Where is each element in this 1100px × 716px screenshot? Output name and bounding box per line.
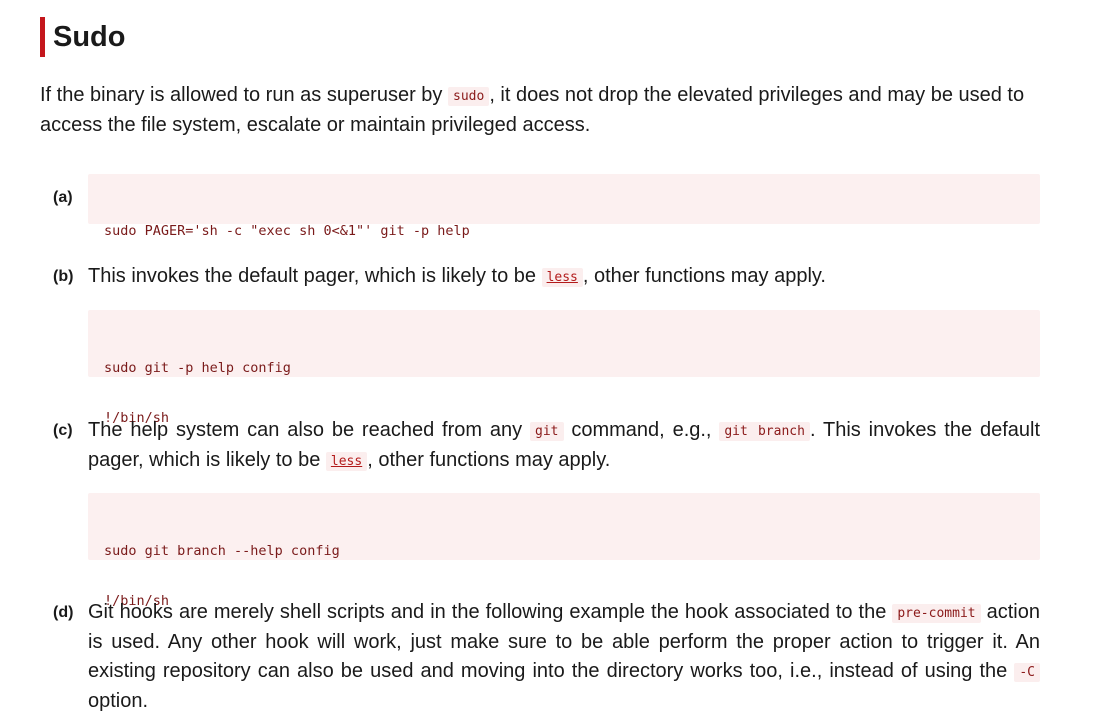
item-text-c: The help system can also be reached from… (88, 416, 1040, 476)
inline-code-c-option: -C (1014, 663, 1040, 682)
item-text-b: This invokes the default pager, which is… (88, 262, 1040, 292)
code-line: sudo git -p help config (104, 360, 291, 376)
item-c-text-2: command, e.g., (563, 419, 720, 441)
code-block-c[interactable]: sudo git branch --help config !/bin/sh (88, 493, 1040, 609)
item-c-text-1: The help system can also be reached from… (88, 419, 531, 441)
link-less[interactable]: less (541, 268, 583, 287)
inline-code-git: git (530, 422, 564, 441)
item-b-text-after: , other functions may apply. (582, 265, 826, 287)
item-d-text-3: option. (88, 690, 149, 712)
item-b-text-before: This invokes the default pager, which is… (88, 265, 542, 287)
heading-accent-bar (40, 17, 45, 57)
code-block-a[interactable]: sudo PAGER='sh -c "exec sh 0<&1"' git -p… (88, 174, 1040, 239)
item-c-text-4: , other functions may apply. (367, 449, 611, 471)
inline-code-pre-commit: pre-commit (892, 604, 981, 623)
inline-code-sudo: sudo (448, 87, 490, 106)
intro-paragraph: If the binary is allowed to run as super… (40, 81, 1040, 140)
intro-text-before: If the binary is allowed to run as super… (40, 84, 448, 106)
item-label-b: (b) (53, 268, 74, 285)
item-label-a: (a) (53, 189, 73, 206)
item-d-text-1: Git hooks are merely shell scripts and i… (88, 601, 893, 623)
code-block-b[interactable]: sudo git -p help config !/bin/sh (88, 310, 1040, 426)
code-line: sudo PAGER='sh -c "exec sh 0<&1"' git -p… (104, 223, 470, 239)
item-label-c: (c) (53, 422, 73, 439)
link-less[interactable]: less (325, 452, 368, 471)
item-text-d: Git hooks are merely shell scripts and i… (88, 598, 1040, 716)
item-label-d: (d) (53, 604, 74, 621)
page-title: Sudo (53, 20, 126, 53)
section-heading: Sudo (40, 17, 126, 57)
code-line: sudo git branch --help config (104, 543, 340, 559)
inline-code-git-branch: git branch (719, 422, 810, 441)
